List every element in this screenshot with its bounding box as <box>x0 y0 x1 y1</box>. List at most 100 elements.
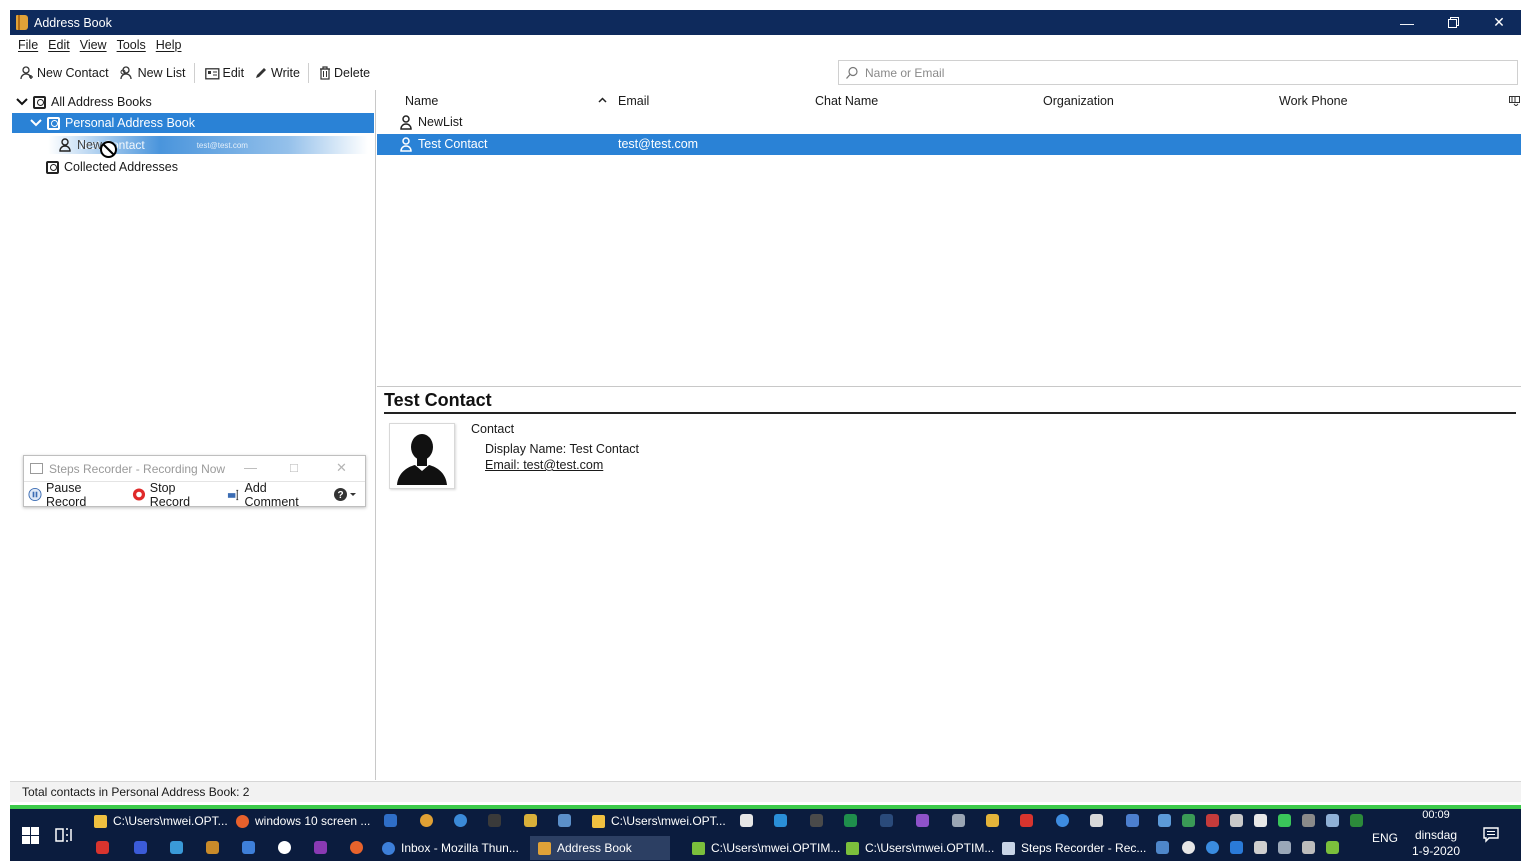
tray-icon[interactable] <box>1182 814 1195 827</box>
edge-app-icon[interactable] <box>454 814 467 827</box>
app-icon[interactable] <box>134 841 147 854</box>
visio-app-icon[interactable] <box>558 814 571 827</box>
task-view-icon[interactable] <box>55 826 73 844</box>
taskbar-explorer-window[interactable]: C:\Users\mwei.OPT... <box>94 809 228 833</box>
check-icon[interactable] <box>1278 814 1291 827</box>
app-icon[interactable] <box>986 814 999 827</box>
contact-row[interactable]: NewList <box>377 112 1521 133</box>
tree-item-newlist[interactable]: New <box>58 135 138 155</box>
windows-taskbar: C:\Users\mwei.OPT... windows 10 screen .… <box>10 805 1521 861</box>
outlook-app-icon[interactable] <box>384 814 397 827</box>
notifications-icon[interactable] <box>1483 827 1499 843</box>
minimize-button[interactable]: — <box>1384 10 1430 35</box>
app-icon[interactable] <box>1056 814 1069 827</box>
tray-icon[interactable] <box>1206 841 1219 854</box>
menu-help[interactable]: Help <box>156 38 182 52</box>
app-icon[interactable] <box>350 841 363 854</box>
window-title: Address Book <box>34 15 112 30</box>
clock[interactable]: 00:09 dinsdag 1-9-2020 <box>1406 809 1466 858</box>
paint-app-icon[interactable] <box>524 814 537 827</box>
stop-record-button[interactable]: Stop Record <box>132 481 215 509</box>
app-icon[interactable] <box>1126 814 1139 827</box>
card-section-heading: Contact <box>471 422 515 436</box>
edit-button[interactable]: Edit <box>204 61 244 85</box>
excel-app-icon[interactable] <box>844 814 857 827</box>
language-indicator[interactable]: ENG <box>1372 831 1398 845</box>
tray-icon[interactable] <box>1350 814 1363 827</box>
pane-splitter[interactable] <box>377 386 1521 387</box>
steps-recorder-controls: Pause Record Stop Record Add Comment ? <box>24 481 365 509</box>
stop-record-label: Stop Record <box>149 480 191 509</box>
address-book-icon <box>33 95 46 109</box>
tray-icon[interactable] <box>1326 814 1339 827</box>
taskbar-thunderbird-window[interactable]: Inbox - Mozilla Thun... <box>382 836 519 860</box>
chrome-app-icon[interactable] <box>420 814 433 827</box>
tray-icon[interactable] <box>1182 841 1195 854</box>
taskbar-address-book-window[interactable]: Address Book <box>530 836 670 860</box>
steps-close-button[interactable]: ✕ <box>336 460 347 476</box>
tree-item-personal-address-book[interactable]: Personal Address Book <box>12 113 374 133</box>
new-list-button[interactable]: New List <box>119 61 186 85</box>
app-icon[interactable] <box>206 841 219 854</box>
bluetooth-icon[interactable] <box>1230 841 1243 854</box>
tray-icon[interactable] <box>1156 841 1169 854</box>
pause-record-button[interactable]: Pause Record <box>28 481 120 509</box>
cmd-app-icon[interactable] <box>810 814 823 827</box>
column-picker-icon[interactable] <box>1509 96 1520 106</box>
card-email-link[interactable]: Email: test@test.com <box>485 458 603 472</box>
app-icon[interactable] <box>880 814 893 827</box>
new-contact-icon <box>20 66 33 80</box>
steps-maximize-button[interactable]: □ <box>290 460 298 475</box>
tree-item-all-address-books[interactable]: All Address Books <box>16 92 374 112</box>
tray-icon[interactable] <box>1326 841 1339 854</box>
contact-row[interactable]: Test Contact test@test.com <box>377 134 1521 155</box>
close-button[interactable]: ✕ <box>1476 10 1521 35</box>
column-name[interactable]: Name <box>405 94 438 108</box>
column-email[interactable]: Email <box>618 94 649 108</box>
volume-icon[interactable] <box>1302 841 1315 854</box>
new-contact-button[interactable]: New Contact <box>20 61 109 85</box>
app-icon[interactable] <box>740 814 753 827</box>
tray-icon[interactable] <box>1158 814 1171 827</box>
tray-icon[interactable] <box>1302 814 1315 827</box>
remote-desktop-app-icon[interactable] <box>488 814 501 827</box>
wifi-icon[interactable] <box>1278 841 1291 854</box>
app-icon[interactable] <box>1090 814 1103 827</box>
write-button[interactable]: Write <box>254 61 300 85</box>
column-work-phone[interactable]: Work Phone <box>1279 94 1348 108</box>
taskbar-terminal-window[interactable]: C:\Users\mwei.OPTIM... <box>846 836 994 860</box>
taskbar-explorer-window[interactable]: C:\Users\mwei.OPT... <box>592 809 726 833</box>
restore-button[interactable] <box>1430 10 1476 35</box>
menu-view[interactable]: View <box>80 38 107 52</box>
filezilla-app-icon[interactable] <box>96 841 109 854</box>
vscode-app-icon[interactable] <box>774 814 787 827</box>
taskbar-label: C:\Users\mwei.OPTIM... <box>711 841 841 855</box>
windows-start-icon[interactable] <box>22 827 39 844</box>
app-icon[interactable] <box>952 814 965 827</box>
onenote-app-icon[interactable] <box>314 841 327 854</box>
tray-icon[interactable] <box>1230 814 1243 827</box>
app-icon[interactable] <box>242 841 255 854</box>
column-organization[interactable]: Organization <box>1043 94 1114 108</box>
tree-item-collected-addresses[interactable]: Collected Addresses <box>46 157 346 177</box>
battery-icon[interactable] <box>1254 841 1267 854</box>
app-icon[interactable] <box>1020 814 1033 827</box>
search-input[interactable] <box>865 65 1465 80</box>
menu-file[interactable]: File <box>18 38 38 52</box>
visual-studio-app-icon[interactable] <box>916 814 929 827</box>
menu-edit[interactable]: Edit <box>48 38 70 52</box>
app-icon[interactable] <box>170 841 183 854</box>
taskbar-terminal-window[interactable]: C:\Users\mwei.OPTIM... <box>692 836 840 860</box>
column-chat-name[interactable]: Chat Name <box>815 94 878 108</box>
help-dropdown-button[interactable]: ? <box>333 487 357 502</box>
menu-tools[interactable]: Tools <box>117 38 146 52</box>
delete-button[interactable]: Delete <box>319 61 370 85</box>
add-comment-button[interactable]: Add Comment <box>227 481 319 509</box>
status-bar: Total contacts in Personal Address Book:… <box>10 781 1521 802</box>
taskbar-firefox-window[interactable]: windows 10 screen ... <box>236 809 370 833</box>
taskbar-steps-recorder-window[interactable]: Steps Recorder - Rec... <box>1002 836 1146 860</box>
steps-minimize-button[interactable]: — <box>244 460 257 475</box>
app-icon[interactable] <box>278 841 291 854</box>
dropbox-icon[interactable] <box>1254 814 1267 827</box>
tray-icon[interactable] <box>1206 814 1219 827</box>
